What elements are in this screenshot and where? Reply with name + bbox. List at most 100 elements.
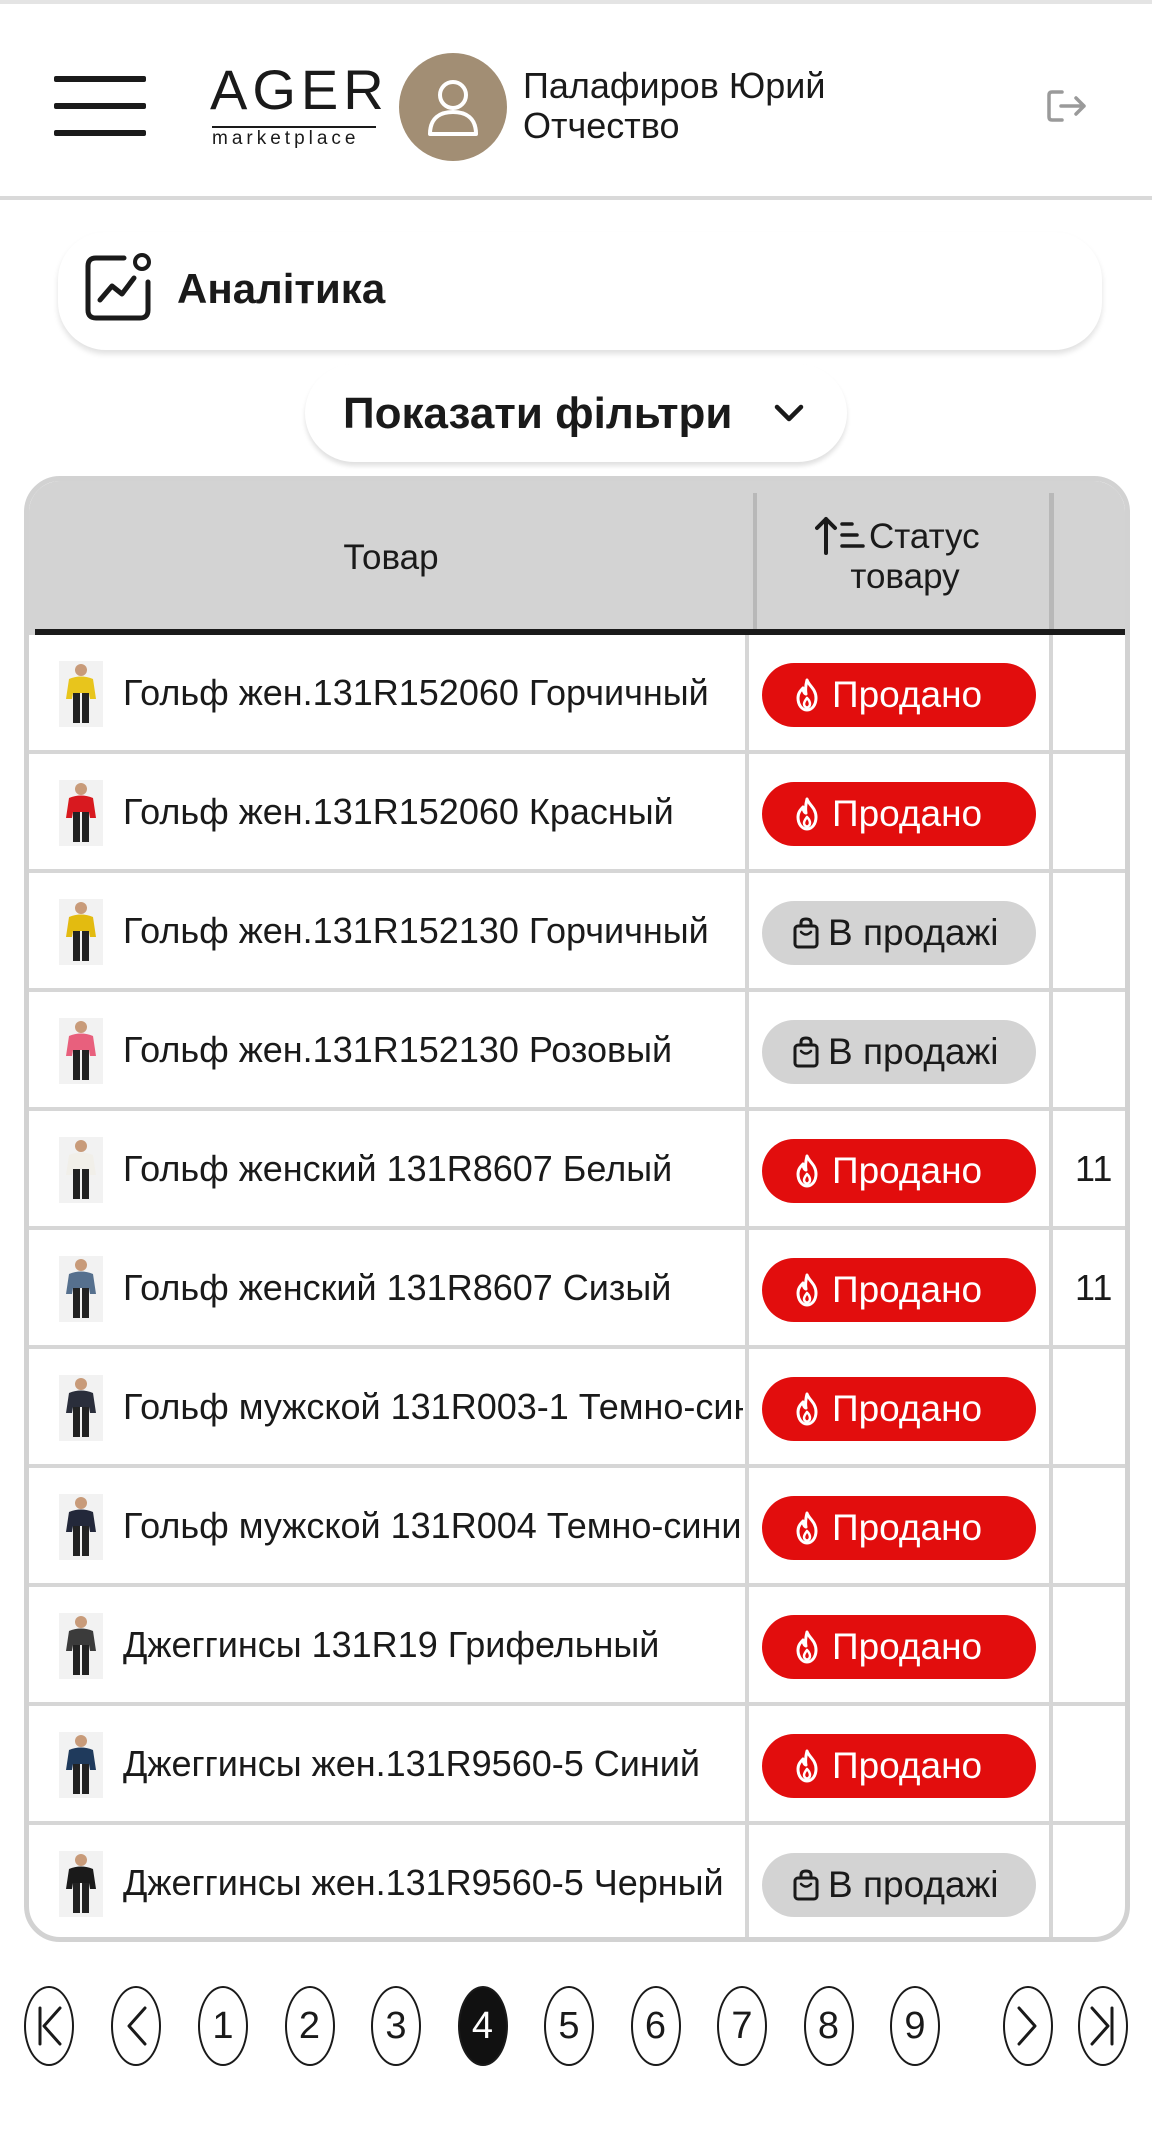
page-number: 7 — [731, 2004, 753, 2047]
sort-ascending-icon[interactable] — [815, 515, 865, 560]
product-thumbnail[interactable] — [59, 899, 103, 965]
product-name[interactable]: Гольф женский 131R8607 Белый — [123, 1148, 743, 1190]
product-name[interactable]: Джеггинсы жен.131R9560-5 Синий — [123, 1743, 743, 1785]
table-row[interactable]: Гольф жен.131R152130 Розовый В продажі — [29, 992, 1125, 1111]
table-row[interactable]: Гольф женский 131R8607 Белый Продано 11 — [29, 1111, 1125, 1230]
fire-icon — [796, 1630, 818, 1664]
table-row[interactable]: Джеггинсы жен.131R9560-5 Черный В продажі — [29, 1825, 1125, 1937]
page-button[interactable]: 8 — [803, 1986, 854, 2066]
status-badge-label: В продажі — [828, 1864, 999, 1905]
product-name[interactable]: Гольф жен.131R152130 Горчичный — [123, 910, 743, 952]
page-button[interactable]: 5 — [544, 1986, 594, 2066]
page-button[interactable]: 2 — [284, 1986, 335, 2066]
app-header: AGER marketplace Палафиров Юрий Отчество — [0, 4, 1152, 200]
page-number: 9 — [904, 2004, 926, 2047]
product-thumbnail[interactable] — [59, 1732, 103, 1798]
product-thumbnail[interactable] — [59, 1613, 103, 1679]
product-thumbnail[interactable] — [59, 1851, 103, 1917]
status-badge: В продажі — [762, 1020, 1036, 1084]
page-button[interactable]: 6 — [630, 1986, 681, 2066]
product-name[interactable]: Джеггинсы 131R19 Грифельный — [123, 1624, 743, 1666]
logo-subtext: marketplace — [212, 128, 360, 149]
page-number: 6 — [644, 2004, 667, 2047]
page-button[interactable]: 3 — [371, 1986, 421, 2066]
fire-icon — [796, 1273, 818, 1307]
shopping-bag-icon — [793, 917, 819, 949]
product-name[interactable]: Гольф женский 131R8607 Сизый — [123, 1267, 743, 1309]
page-button[interactable]: 4 — [457, 1986, 508, 2066]
fire-icon — [796, 1511, 818, 1545]
product-thumbnail[interactable] — [59, 1137, 103, 1203]
table-row[interactable]: Гольф мужской 131R004 Темно-синий Продано — [29, 1468, 1125, 1587]
last-page-icon[interactable] — [1078, 1986, 1128, 2066]
product-name[interactable]: Гольф жен.131R152060 Красный — [123, 791, 743, 833]
menu-icon[interactable] — [54, 76, 146, 136]
product-name[interactable]: Джеггинсы жен.131R9560-5 Черный — [123, 1862, 743, 1904]
status-badge-label: Продано — [832, 1507, 983, 1548]
product-thumbnail[interactable] — [59, 780, 103, 846]
user-name-patronymic: Отчество — [523, 105, 680, 146]
page-number: 3 — [385, 2004, 407, 2047]
status-badge-label: Продано — [832, 1388, 983, 1429]
status-badge: Продано — [762, 1615, 1036, 1679]
status-badge: Продано — [762, 1139, 1036, 1203]
page-button[interactable]: 7 — [717, 1986, 767, 2066]
column-header-product[interactable]: Товар — [29, 481, 753, 635]
show-filters-label: Показати фільтри — [343, 389, 733, 438]
table-row[interactable]: Гольф мужской 131R003-1 Темно-синий Прода… — [29, 1349, 1125, 1468]
table-row[interactable]: Гольф женский 131R8607 Сизый Продано 11 — [29, 1230, 1125, 1349]
status-badge: Продано — [762, 1377, 1036, 1441]
page-button[interactable]: 9 — [890, 1986, 940, 2066]
fire-icon — [796, 1392, 818, 1426]
page-number: 4 — [471, 2004, 494, 2047]
page-number: 5 — [558, 2004, 580, 2047]
status-header-line1: Статус — [869, 517, 980, 556]
table-row[interactable]: Джеггинсы 131R19 Грифельный Продано — [29, 1587, 1125, 1706]
page-number: 1 — [212, 2004, 234, 2047]
table-row[interactable]: Джеггинсы жен.131R9560-5 Синий Продано — [29, 1706, 1125, 1825]
prev-page-icon[interactable] — [111, 1986, 161, 2066]
chevron-down-icon — [773, 402, 805, 429]
product-name[interactable]: Гольф жен.131R152060 Горчичный — [123, 672, 743, 714]
status-badge-label: Продано — [832, 1626, 983, 1667]
table-row[interactable]: Гольф жен.131R152130 Горчичный В продажі — [29, 873, 1125, 992]
page-button[interactable]: 1 — [198, 1986, 248, 2066]
table-row[interactable]: Гольф жен.131R152060 Горчичный Продано — [29, 635, 1125, 754]
product-thumbnail[interactable] — [59, 661, 103, 727]
status-badge: Продано — [762, 782, 1036, 846]
table-header: Товар Статус товару — [29, 481, 1125, 635]
next-column-value: 11 — [1075, 1148, 1113, 1189]
status-badge-label: Продано — [832, 1269, 983, 1310]
status-badge-label: Продано — [832, 1745, 983, 1786]
status-badge: Продано — [762, 1496, 1036, 1560]
status-badge: Продано — [762, 1734, 1036, 1798]
product-thumbnail[interactable] — [59, 1375, 103, 1441]
column-header-status[interactable]: Статус товару — [757, 481, 1053, 635]
pagination: 1 2 3 4 5 6 7 8 9 — [0, 1986, 1152, 2076]
status-badge: В продажі — [762, 901, 1036, 965]
fire-icon — [796, 1749, 818, 1783]
product-name[interactable]: Гольф мужской 131R003-1 Темно-синий — [123, 1386, 743, 1428]
fire-icon — [796, 1154, 818, 1188]
fire-icon — [796, 797, 818, 831]
logout-icon[interactable] — [1046, 86, 1088, 126]
product-thumbnail[interactable] — [59, 1256, 103, 1322]
product-thumbnail[interactable] — [59, 1018, 103, 1084]
page-title: Аналітика — [177, 265, 386, 312]
logo-text: AGER — [210, 58, 389, 121]
page-number: 2 — [298, 2004, 321, 2047]
status-header-line2: товару — [850, 557, 960, 596]
status-badge: Продано — [762, 1258, 1036, 1322]
product-name[interactable]: Гольф мужской 131R004 Темно-синий — [123, 1505, 743, 1547]
avatar[interactable] — [399, 53, 507, 161]
section-header-analytics: Аналітика — [58, 232, 1102, 350]
product-thumbnail[interactable] — [59, 1494, 103, 1560]
first-page-icon[interactable] — [24, 1986, 74, 2066]
next-page-icon[interactable] — [1003, 1986, 1053, 2066]
products-table: Товар Статус товару Гольф жен.131R152060… — [24, 476, 1130, 1942]
logo[interactable]: AGER marketplace — [210, 58, 389, 150]
user-name: Палафиров Юрий Отчество — [523, 66, 825, 146]
product-name[interactable]: Гольф жен.131R152130 Розовый — [123, 1029, 743, 1071]
show-filters-button[interactable]: Показати фільтри — [305, 364, 847, 462]
table-row[interactable]: Гольф жен.131R152060 Красный Продано — [29, 754, 1125, 873]
